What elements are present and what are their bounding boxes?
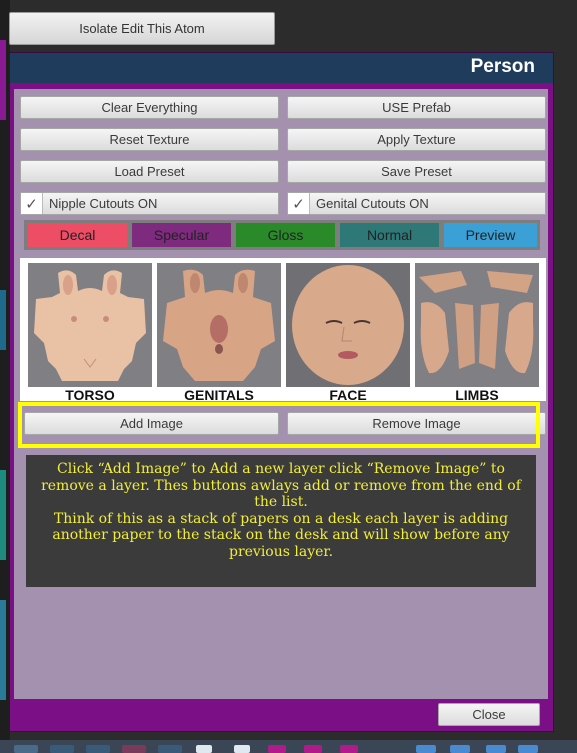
- torso-label: TORSO: [65, 387, 115, 403]
- help-text-line: Think of this as a stack of papers on a …: [52, 510, 510, 560]
- close-button[interactable]: Close: [438, 703, 540, 726]
- use-prefab-button[interactable]: USE Prefab: [287, 96, 546, 119]
- save-preset-button[interactable]: Save Preset: [287, 160, 546, 183]
- texture-panel: Clear Everything USE Prefab Reset Textur…: [14, 89, 548, 699]
- face-label: FACE: [329, 387, 367, 403]
- checkmark-icon[interactable]: ✓: [21, 193, 43, 214]
- nipple-cutouts-toggle[interactable]: ✓ Nipple Cutouts ON: [20, 192, 279, 215]
- taskbar-icon[interactable]: [416, 745, 436, 753]
- load-preset-button[interactable]: Load Preset: [20, 160, 279, 183]
- checkmark-icon[interactable]: ✓: [288, 193, 310, 214]
- texture-thumbnails: TORSO GENITALS FACE LIMBS: [20, 258, 546, 403]
- tab-normal[interactable]: Normal: [340, 223, 439, 247]
- person-window: Person Clear Everything USE Prefab Reset…: [9, 52, 554, 732]
- tab-preview[interactable]: Preview: [444, 223, 537, 247]
- genitals-texture-thumbnail[interactable]: [157, 263, 281, 387]
- taskbar-icon[interactable]: [304, 745, 322, 753]
- taskbar-icon[interactable]: [14, 745, 38, 753]
- tab-gloss[interactable]: Gloss: [236, 223, 335, 247]
- taskbar-icon[interactable]: [268, 745, 286, 753]
- taskbar-icon[interactable]: [158, 745, 182, 753]
- window-titlebar: Person: [10, 53, 553, 83]
- texture-tabbar: Decal Specular Gloss Normal Preview: [24, 220, 540, 250]
- taskbar-icon[interactable]: [86, 745, 110, 753]
- tab-decal[interactable]: Decal: [28, 223, 127, 247]
- genitals-label: GENITALS: [184, 387, 254, 403]
- limbs-label: LIMBS: [455, 387, 499, 403]
- genital-cutouts-label: Genital Cutouts ON: [316, 196, 429, 211]
- taskbar-icon[interactable]: [50, 745, 74, 753]
- highlight-frame: [18, 402, 540, 448]
- taskbar-icon[interactable]: [486, 745, 506, 753]
- taskbar-icon[interactable]: [340, 745, 358, 753]
- clear-everything-button[interactable]: Clear Everything: [20, 96, 279, 119]
- background-segment: [0, 290, 6, 350]
- help-text-line: Click “Add Image” to Add a new layer cli…: [41, 461, 521, 510]
- window-title: Person: [470, 56, 535, 77]
- background-segment: [0, 40, 6, 120]
- torso-texture-thumbnail[interactable]: [28, 263, 152, 387]
- isolate-edit-atom-button[interactable]: Isolate Edit This Atom: [9, 12, 275, 45]
- taskbar-icon[interactable]: [234, 745, 250, 753]
- tab-specular[interactable]: Specular: [132, 223, 231, 247]
- limbs-texture-thumbnail[interactable]: [415, 263, 539, 387]
- taskbar-icon[interactable]: [518, 745, 538, 753]
- face-texture-thumbnail[interactable]: [286, 263, 410, 387]
- taskbar-icon[interactable]: [196, 745, 212, 753]
- taskbar-icon[interactable]: [122, 745, 146, 753]
- help-text-box: Click “Add Image” to Add a new layer cli…: [26, 455, 536, 587]
- nipple-cutouts-label: Nipple Cutouts ON: [49, 196, 158, 211]
- background-segment: [0, 470, 6, 560]
- genital-cutouts-toggle[interactable]: ✓ Genital Cutouts ON: [287, 192, 546, 215]
- taskbar-icon[interactable]: [450, 745, 470, 753]
- reset-texture-button[interactable]: Reset Texture: [20, 128, 279, 151]
- background-segment: [0, 600, 6, 700]
- apply-texture-button[interactable]: Apply Texture: [287, 128, 546, 151]
